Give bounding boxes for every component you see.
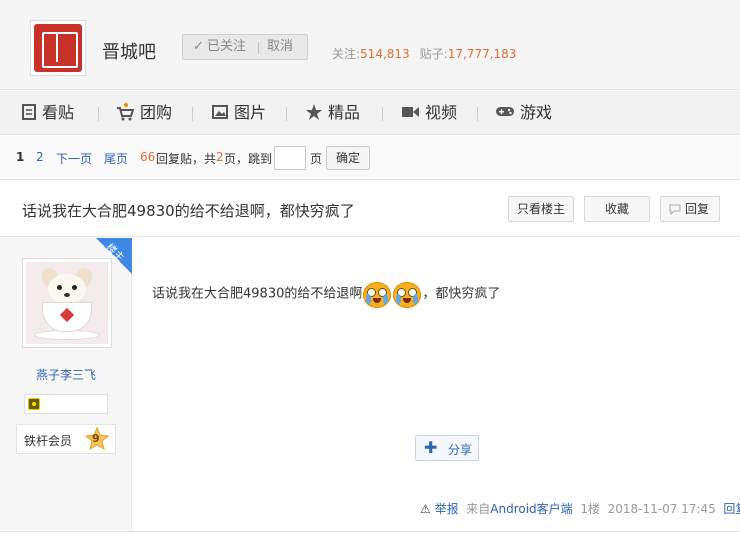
louzhu-tag: 楼主: [96, 238, 132, 274]
reply-count-text: 回复贴，共: [156, 152, 217, 166]
forum-seal-icon: [34, 24, 82, 72]
unfollow-button[interactable]: 取消: [267, 35, 293, 59]
thread-title: 话说我在大合肥49830的给不给退啊，都快穷疯了: [22, 202, 355, 220]
followed-label: 已关注: [207, 39, 247, 54]
share-label: 分享: [448, 443, 473, 457]
next-page-link[interactable]: 下一页: [56, 150, 92, 167]
author-panel: 燕子李三飞 铁杆会员 9: [0, 238, 132, 533]
post-text: 话说我在大合肥49830的给不给退啊: [152, 286, 363, 302]
nav-divider: [192, 107, 193, 121]
username[interactable]: 燕子李三飞: [0, 366, 132, 383]
crying-emoji-icon: [393, 280, 422, 308]
nav-divider: [286, 107, 287, 121]
page-jump-input[interactable]: [274, 146, 306, 170]
page-link-2[interactable]: 2: [36, 150, 44, 164]
shopping-cart-icon: [117, 102, 134, 120]
dog-eye: [57, 285, 62, 290]
gamepad-icon: [496, 107, 514, 116]
tab-images[interactable]: 图片: [212, 91, 266, 135]
forum-name[interactable]: 晋城吧: [102, 38, 156, 64]
post-text-tail: ，都快穷疯了: [422, 286, 501, 302]
page-unit-text: 页: [310, 152, 323, 166]
video-icon: [402, 106, 419, 117]
image-icon: [212, 104, 228, 119]
source-link[interactable]: Android客户端: [490, 502, 572, 516]
owner-only-button[interactable]: 只看楼主: [508, 196, 574, 222]
floor-number: 1楼: [580, 502, 600, 516]
post-content: 话说我在大合肥49830的给不给退啊 ，都快穷疯了: [152, 280, 500, 308]
follow-divider: [258, 42, 259, 54]
tab-groupbuy-label: 团购: [140, 103, 173, 122]
follow-count: 514,813: [360, 47, 410, 61]
tab-images-label: 图片: [234, 103, 267, 122]
dog-eye: [72, 285, 77, 290]
share-button[interactable]: ✚ 分享: [415, 435, 479, 461]
level-number: 9: [92, 432, 100, 445]
reply-button-label: 回复: [684, 202, 709, 216]
level-name: 铁杆会员: [24, 434, 73, 448]
document-icon: [22, 103, 36, 120]
plus-icon: ✚: [424, 438, 438, 457]
tab-videos[interactable]: 视频: [402, 91, 457, 135]
pagination-bar: 1 2 下一页 尾页 66 回复贴，共 2 页，跳到 页 确定: [0, 136, 740, 180]
dog-head: [48, 274, 86, 304]
reply-button[interactable]: 回复: [660, 196, 720, 222]
post-divider: [0, 531, 740, 532]
page-total: 2: [216, 150, 224, 164]
star-icon: [306, 103, 322, 120]
last-page-link[interactable]: 尾页: [104, 150, 128, 167]
forum-header: 晋城吧 ✓ 已关注 取消 关注:514,813 贴子:17,777,183: [0, 0, 740, 90]
source-prefix: 来自: [466, 502, 491, 516]
tab-videos-label: 视频: [425, 103, 458, 122]
comment-icon: [669, 204, 681, 215]
tab-featured-label: 精品: [328, 103, 361, 122]
nav-divider: [477, 107, 478, 121]
tab-posts-label: 看贴: [42, 103, 75, 122]
forum-stats: 关注:514,813 贴子:17,777,183: [332, 45, 516, 62]
forum-nav: 看贴 团购 图片 精品 视频 游戏: [0, 91, 740, 135]
jump-to-text: 页，跳到: [224, 152, 273, 166]
check-icon: ✓: [193, 39, 204, 54]
tab-games[interactable]: 游戏: [496, 91, 552, 135]
post: 燕子李三飞 铁杆会员 9 楼主 话说我在大合肥49830的给不给退啊 ，都快穷疯了…: [0, 238, 740, 533]
post-footer: ⚠ 举报 来自Android客户端 1楼 2018-11-07 17:45 回复: [420, 500, 740, 517]
thread-title-bar: 话说我在大合肥49830的给不给退啊，都快穷疯了 只看楼主 收藏 回复: [0, 181, 740, 237]
user-badges: [24, 394, 108, 414]
favorite-button[interactable]: 收藏: [584, 196, 650, 222]
tab-games-label: 游戏: [520, 103, 553, 122]
follow-count-label: 关注:: [332, 47, 361, 61]
tab-posts[interactable]: 看贴: [22, 91, 74, 135]
posts-count: 17,777,183: [447, 47, 517, 61]
post-time: 2018-11-07 17:45: [607, 502, 716, 516]
report-link[interactable]: 举报: [435, 502, 459, 516]
avatar-image: [26, 262, 108, 344]
tab-groupbuy[interactable]: 团购: [116, 91, 172, 135]
warning-icon[interactable]: ⚠: [420, 502, 431, 516]
jump-confirm-button[interactable]: 确定: [326, 146, 370, 170]
member-level[interactable]: 铁杆会员 9: [16, 424, 116, 454]
forum-logo[interactable]: [30, 20, 86, 76]
nav-divider: [98, 107, 99, 121]
post-reply-link[interactable]: 回复: [723, 502, 740, 516]
page-current: 1: [16, 150, 25, 164]
tab-featured[interactable]: 精品: [306, 91, 360, 135]
badge-icon[interactable]: [28, 398, 40, 410]
nav-divider: [382, 107, 383, 121]
posts-count-label: 贴子:: [419, 47, 448, 61]
follow-button[interactable]: ✓ 已关注 取消: [182, 34, 308, 60]
reply-count: 66: [140, 150, 156, 164]
dog-nose: [64, 293, 70, 297]
crying-emoji-icon: [363, 280, 392, 308]
